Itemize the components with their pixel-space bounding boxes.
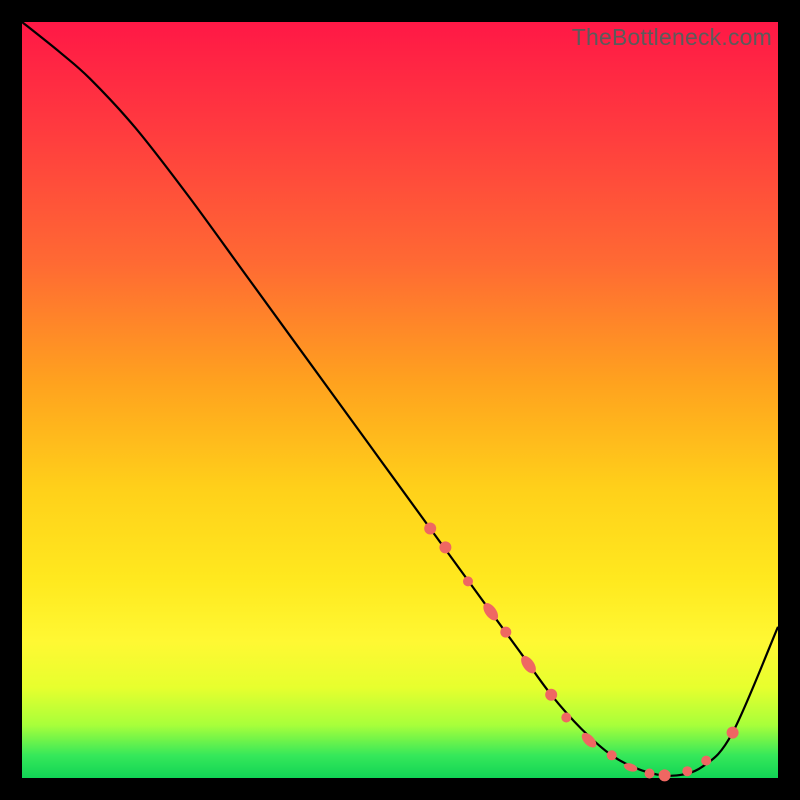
curve-marker (424, 523, 436, 535)
curve-marker (682, 766, 692, 776)
chart-frame: TheBottleneck.com (0, 0, 800, 800)
curve-marker (561, 713, 571, 723)
curve-marker (645, 769, 655, 779)
curve-marker (701, 756, 711, 766)
curve-line (22, 22, 778, 776)
curve-marker (579, 730, 599, 750)
curve-marker (463, 576, 473, 586)
curve-marker (500, 627, 511, 638)
curve-marker (439, 541, 451, 553)
curve-marker (727, 727, 739, 739)
curve-marker (659, 769, 671, 781)
plot-area: TheBottleneck.com (22, 22, 778, 778)
curve-markers (424, 523, 738, 782)
curve-marker (545, 689, 557, 701)
bottleneck-curve (22, 22, 778, 778)
curve-marker (607, 750, 617, 760)
curve-marker (480, 600, 501, 623)
